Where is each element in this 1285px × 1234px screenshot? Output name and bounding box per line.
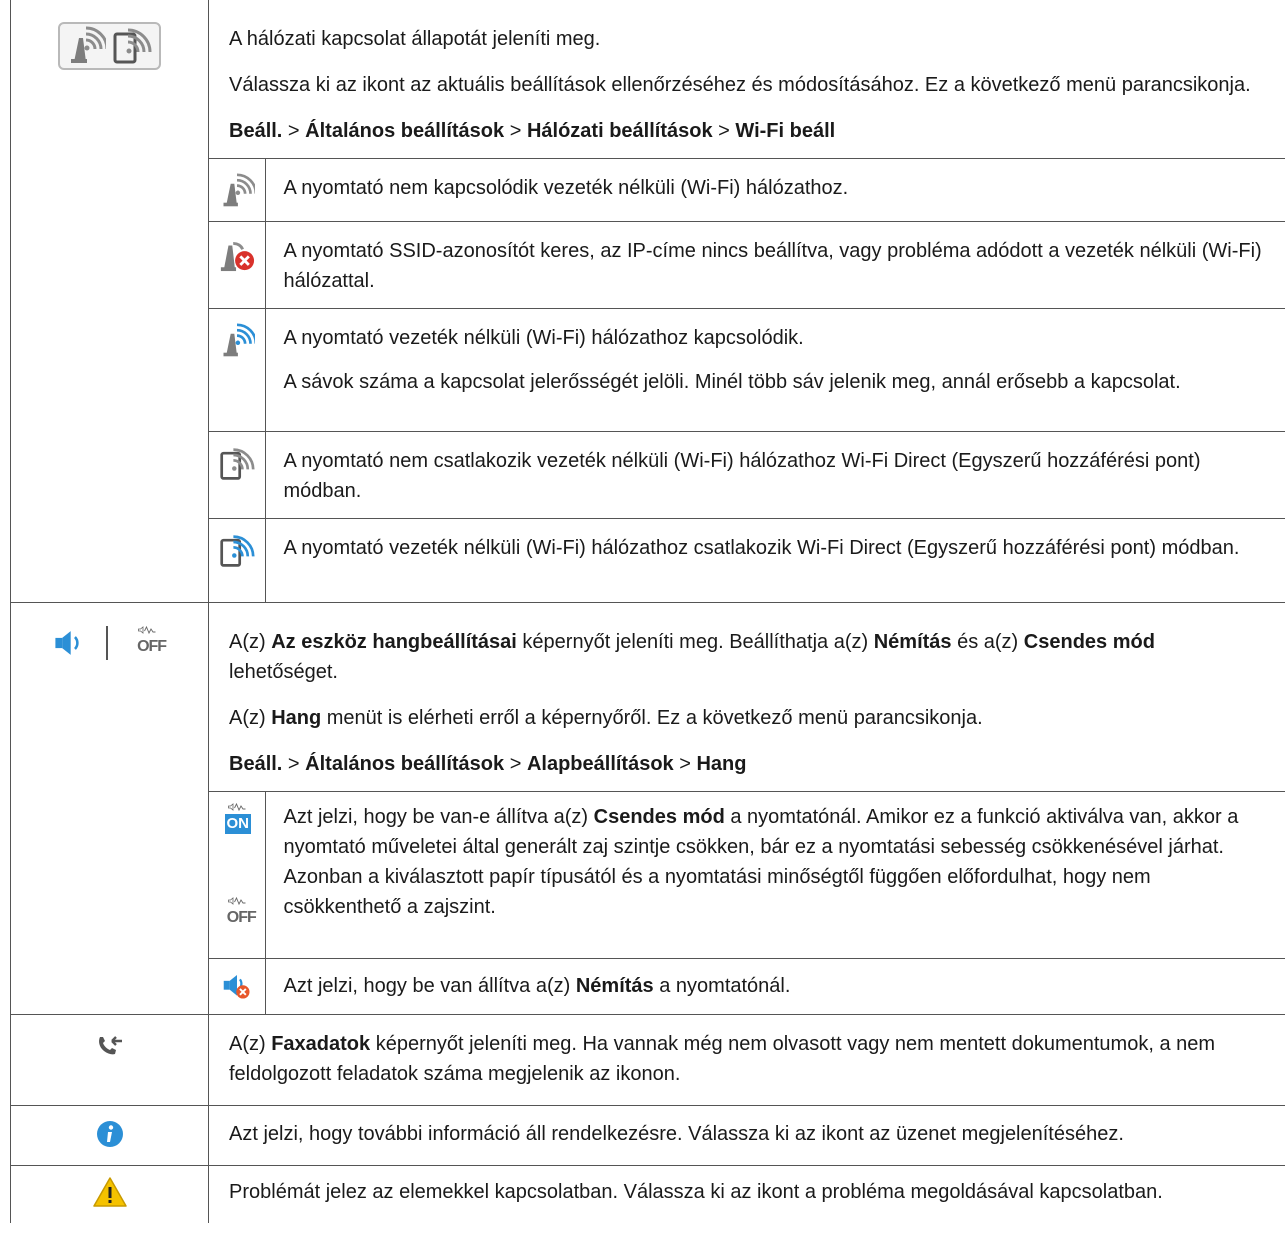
sound-desc-cell: A(z) Az eszköz hangbeállításai képernyőt… bbox=[208, 601, 1285, 1015]
quiet-mode-off-icon: OFF bbox=[217, 896, 257, 932]
sound-menu-path: Beáll. > Általános beállítások > Alapbeá… bbox=[229, 752, 747, 775]
network-status-row: A nyomtató vezeték nélküli (Wi-Fi) hálóz… bbox=[209, 518, 1285, 602]
wifi-printer-disconnected-icon bbox=[219, 173, 255, 209]
network-status-row: A nyomtató vezeték nélküli (Wi-Fi) hálóz… bbox=[209, 308, 1285, 432]
warning-icon bbox=[92, 1177, 127, 1207]
sound-status-table: ON OFF Azt jelzi, hogy be van-e állítva … bbox=[209, 790, 1285, 1014]
icon-separator bbox=[105, 625, 108, 660]
status-note: A sávok száma a kapcsolat jelerősségét j… bbox=[283, 371, 1181, 393]
mute-icon bbox=[223, 975, 250, 999]
status-text: A nyomtató SSID-azonosítót keres, az IP-… bbox=[283, 240, 1262, 292]
wifi-printer-error-icon bbox=[220, 242, 254, 272]
fax-data-icon bbox=[98, 1035, 122, 1055]
status-text: A nyomtató vezeték nélküli (Wi-Fi) hálóz… bbox=[283, 537, 1240, 559]
sound-summary: A(z) Az eszköz hangbeállításai képernyőt… bbox=[229, 630, 1155, 683]
info-desc-cell: Azt jelzi, hogy további információ áll r… bbox=[208, 1105, 1285, 1166]
speaker-icon bbox=[52, 626, 86, 660]
fax-desc-cell: A(z) Faxadatok képernyőt jeleníti meg. H… bbox=[208, 1014, 1285, 1106]
fax-row: A(z) Faxadatok képernyőt jeleníti meg. H… bbox=[10, 1014, 1285, 1106]
quiet-mode-on-icon: ON bbox=[217, 802, 257, 838]
network-status-row: A nyomtató nem csatlakozik vezeték nélkü… bbox=[209, 431, 1285, 519]
network-row: A hálózati kapcsolat állapotát jeleníti … bbox=[10, 0, 1285, 603]
sound-instruction: A(z) Hang menüt is elérheti erről a képe… bbox=[229, 706, 983, 729]
warning-desc-cell: Problémát jelez az elemekkel kapcsolatba… bbox=[208, 1165, 1285, 1223]
sound-icon-cell: OFF bbox=[10, 601, 209, 1015]
wifi-direct-connected-icon bbox=[218, 533, 256, 569]
network-icon-cell bbox=[10, 0, 209, 603]
status-text: A nyomtató vezeték nélküli (Wi-Fi) hálóz… bbox=[283, 327, 804, 349]
info-icon-cell bbox=[10, 1105, 209, 1166]
mute-text: Azt jelzi, hogy be van állítva a(z) Némí… bbox=[283, 974, 791, 997]
network-status-row: A nyomtató SSID-azonosítót keres, az IP-… bbox=[209, 221, 1285, 309]
info-row: Azt jelzi, hogy további információ áll r… bbox=[10, 1105, 1285, 1166]
quiet-mode-off-icon: OFF bbox=[127, 625, 167, 661]
icon-reference-table: A hálózati kapcsolat állapotát jeleníti … bbox=[10, 0, 1285, 1223]
wifi-printer-connected-icon bbox=[219, 323, 255, 359]
wifi-direct-disconnected-icon bbox=[218, 446, 256, 482]
network-desc-cell: A hálózati kapcsolat állapotát jeleníti … bbox=[208, 0, 1285, 603]
warning-text: Problémát jelez az elemekkel kapcsolatba… bbox=[229, 1181, 1163, 1203]
status-text: A nyomtató nem kapcsolódik vezeték nélkü… bbox=[283, 177, 849, 199]
fax-text: A(z) Faxadatok képernyőt jeleníti meg. H… bbox=[229, 1033, 1216, 1085]
wifi-printer-icon bbox=[66, 26, 106, 66]
warning-row: Problémát jelez az elemekkel kapcsolatba… bbox=[10, 1165, 1285, 1223]
sound-row: OFF A(z) Az eszköz hangbeállításai képer… bbox=[10, 601, 1285, 1015]
wifi-direct-icon bbox=[111, 26, 153, 66]
network-instruction: Válassza ki az ikont az aktuális beállít… bbox=[229, 74, 1251, 96]
network-status-icon-group bbox=[57, 22, 162, 70]
sound-status-row: ON OFF Azt jelzi, hogy be van-e állítva … bbox=[209, 790, 1285, 958]
document-page: A hálózati kapcsolat állapotát jeleníti … bbox=[0, 0, 1285, 1234]
info-icon bbox=[96, 1120, 123, 1147]
fax-icon-cell bbox=[10, 1014, 209, 1106]
status-text: A nyomtató nem csatlakozik vezeték nélkü… bbox=[283, 450, 1201, 502]
quiet-mode-text: Azt jelzi, hogy be van-e állítva a(z) Cs… bbox=[283, 805, 1239, 918]
network-status-row: A nyomtató nem kapcsolódik vezeték nélkü… bbox=[209, 158, 1285, 222]
network-summary: A hálózati kapcsolat állapotát jeleníti … bbox=[229, 28, 601, 50]
network-status-table: A nyomtató nem kapcsolódik vezeték nélkü… bbox=[209, 158, 1285, 602]
network-menu-path: Beáll. > Általános beállítások > Hálózat… bbox=[229, 120, 836, 142]
warning-icon-cell bbox=[10, 1165, 209, 1223]
info-text: Azt jelzi, hogy további információ áll r… bbox=[229, 1123, 1124, 1145]
sound-status-row: Azt jelzi, hogy be van állítva a(z) Némí… bbox=[209, 957, 1285, 1014]
